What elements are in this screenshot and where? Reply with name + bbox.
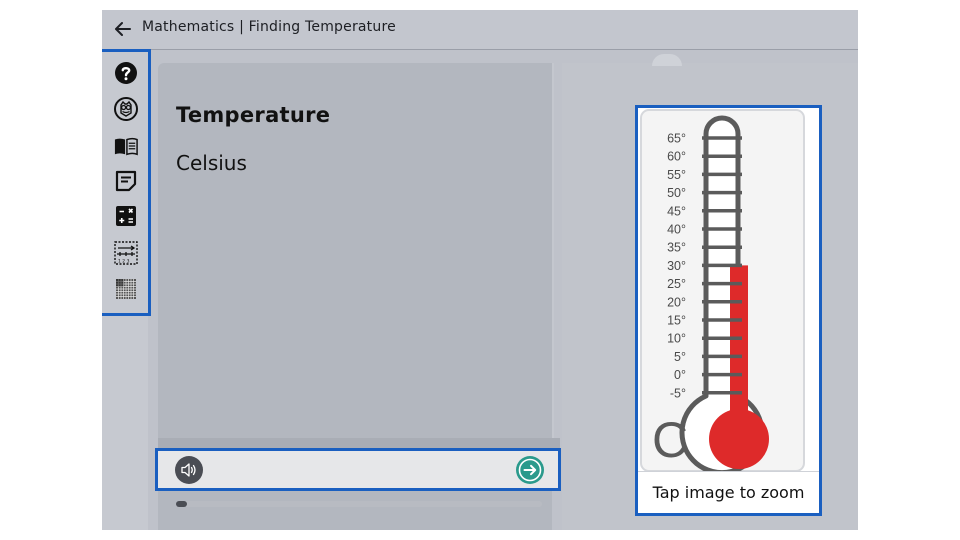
- audio-player: [155, 448, 561, 491]
- svg-text:1 2 3: 1 2 3: [118, 259, 130, 265]
- top-bar: Mathematics | Finding Temperature: [102, 10, 858, 50]
- audio-progress-fill: [176, 501, 187, 507]
- scale-tick-label: 45°: [667, 204, 686, 218]
- panel-divider: [552, 63, 554, 443]
- scale-tick-label: 65°: [667, 132, 686, 146]
- question-subheading: Celsius: [176, 151, 247, 175]
- calculator-icon: [116, 206, 136, 226]
- tool-sidebar: 1 2 3: [102, 49, 151, 316]
- scroll-knob[interactable]: [652, 54, 682, 66]
- zoom-caption: Tap image to zoom: [638, 471, 819, 513]
- audio-progress-track[interactable]: [176, 501, 542, 507]
- page-title: Mathematics | Finding Temperature: [142, 19, 396, 35]
- scale-tick-label: 0°: [674, 368, 686, 382]
- owl-icon: [114, 97, 138, 121]
- mercury-column: [730, 265, 748, 420]
- scale-tick-label: 5°: [674, 350, 686, 364]
- arrow-left-icon: [115, 22, 131, 36]
- scale-tick-label: -5°: [670, 386, 686, 400]
- question-heading: Temperature: [176, 103, 331, 127]
- number-line-icon: 1 2 3: [114, 241, 138, 265]
- grid-button[interactable]: [114, 277, 138, 301]
- notes-button[interactable]: [114, 169, 138, 193]
- back-button[interactable]: [114, 20, 132, 38]
- arrow-right-circle-icon: [518, 458, 542, 482]
- next-button[interactable]: [516, 456, 544, 484]
- grid-icon: [116, 279, 136, 299]
- scale-tick-label: 20°: [667, 295, 686, 309]
- left-strip: [102, 316, 148, 530]
- scale-tick-label: 60°: [667, 150, 686, 164]
- calculator-button[interactable]: [114, 204, 138, 228]
- scale-tick-label: 15°: [667, 314, 686, 328]
- scale-tick-label: 35°: [667, 241, 686, 255]
- owl-button[interactable]: [114, 97, 138, 121]
- read-aloud-button[interactable]: [175, 456, 203, 484]
- question-circle-icon: [115, 62, 137, 84]
- scale-tick-label: 30°: [667, 259, 686, 273]
- number-line-button[interactable]: 1 2 3: [114, 241, 138, 265]
- thermometer-graphic: 65° 60° 55° 50° 45° 40° 35° 30° 25° 20° 15° 10° 5° 0°…: [640, 109, 805, 471]
- speaker-icon: [181, 463, 196, 477]
- open-book-icon: [114, 137, 138, 156]
- scale-tick-label: 55°: [667, 168, 686, 182]
- scale-tick-label: 10°: [667, 332, 686, 346]
- thermometer-image[interactable]: 65° 60° 55° 50° 45° 40° 35° 30° 25° 20° 15° 10° 5° 0°…: [635, 105, 822, 516]
- note-icon: [115, 170, 137, 192]
- help-button[interactable]: [114, 61, 138, 85]
- audio-bar-shadow: [158, 438, 560, 448]
- app-window: Mathematics | Finding Temperature 1 2 3 …: [102, 10, 858, 530]
- scale-tick-label: 40°: [667, 223, 686, 237]
- glossary-button[interactable]: [114, 134, 138, 158]
- scale-tick-label: 25°: [667, 277, 686, 291]
- scale-unit-label: C: [652, 412, 688, 468]
- mercury-bulb: [709, 409, 769, 469]
- scale-tick-label: 50°: [667, 186, 686, 200]
